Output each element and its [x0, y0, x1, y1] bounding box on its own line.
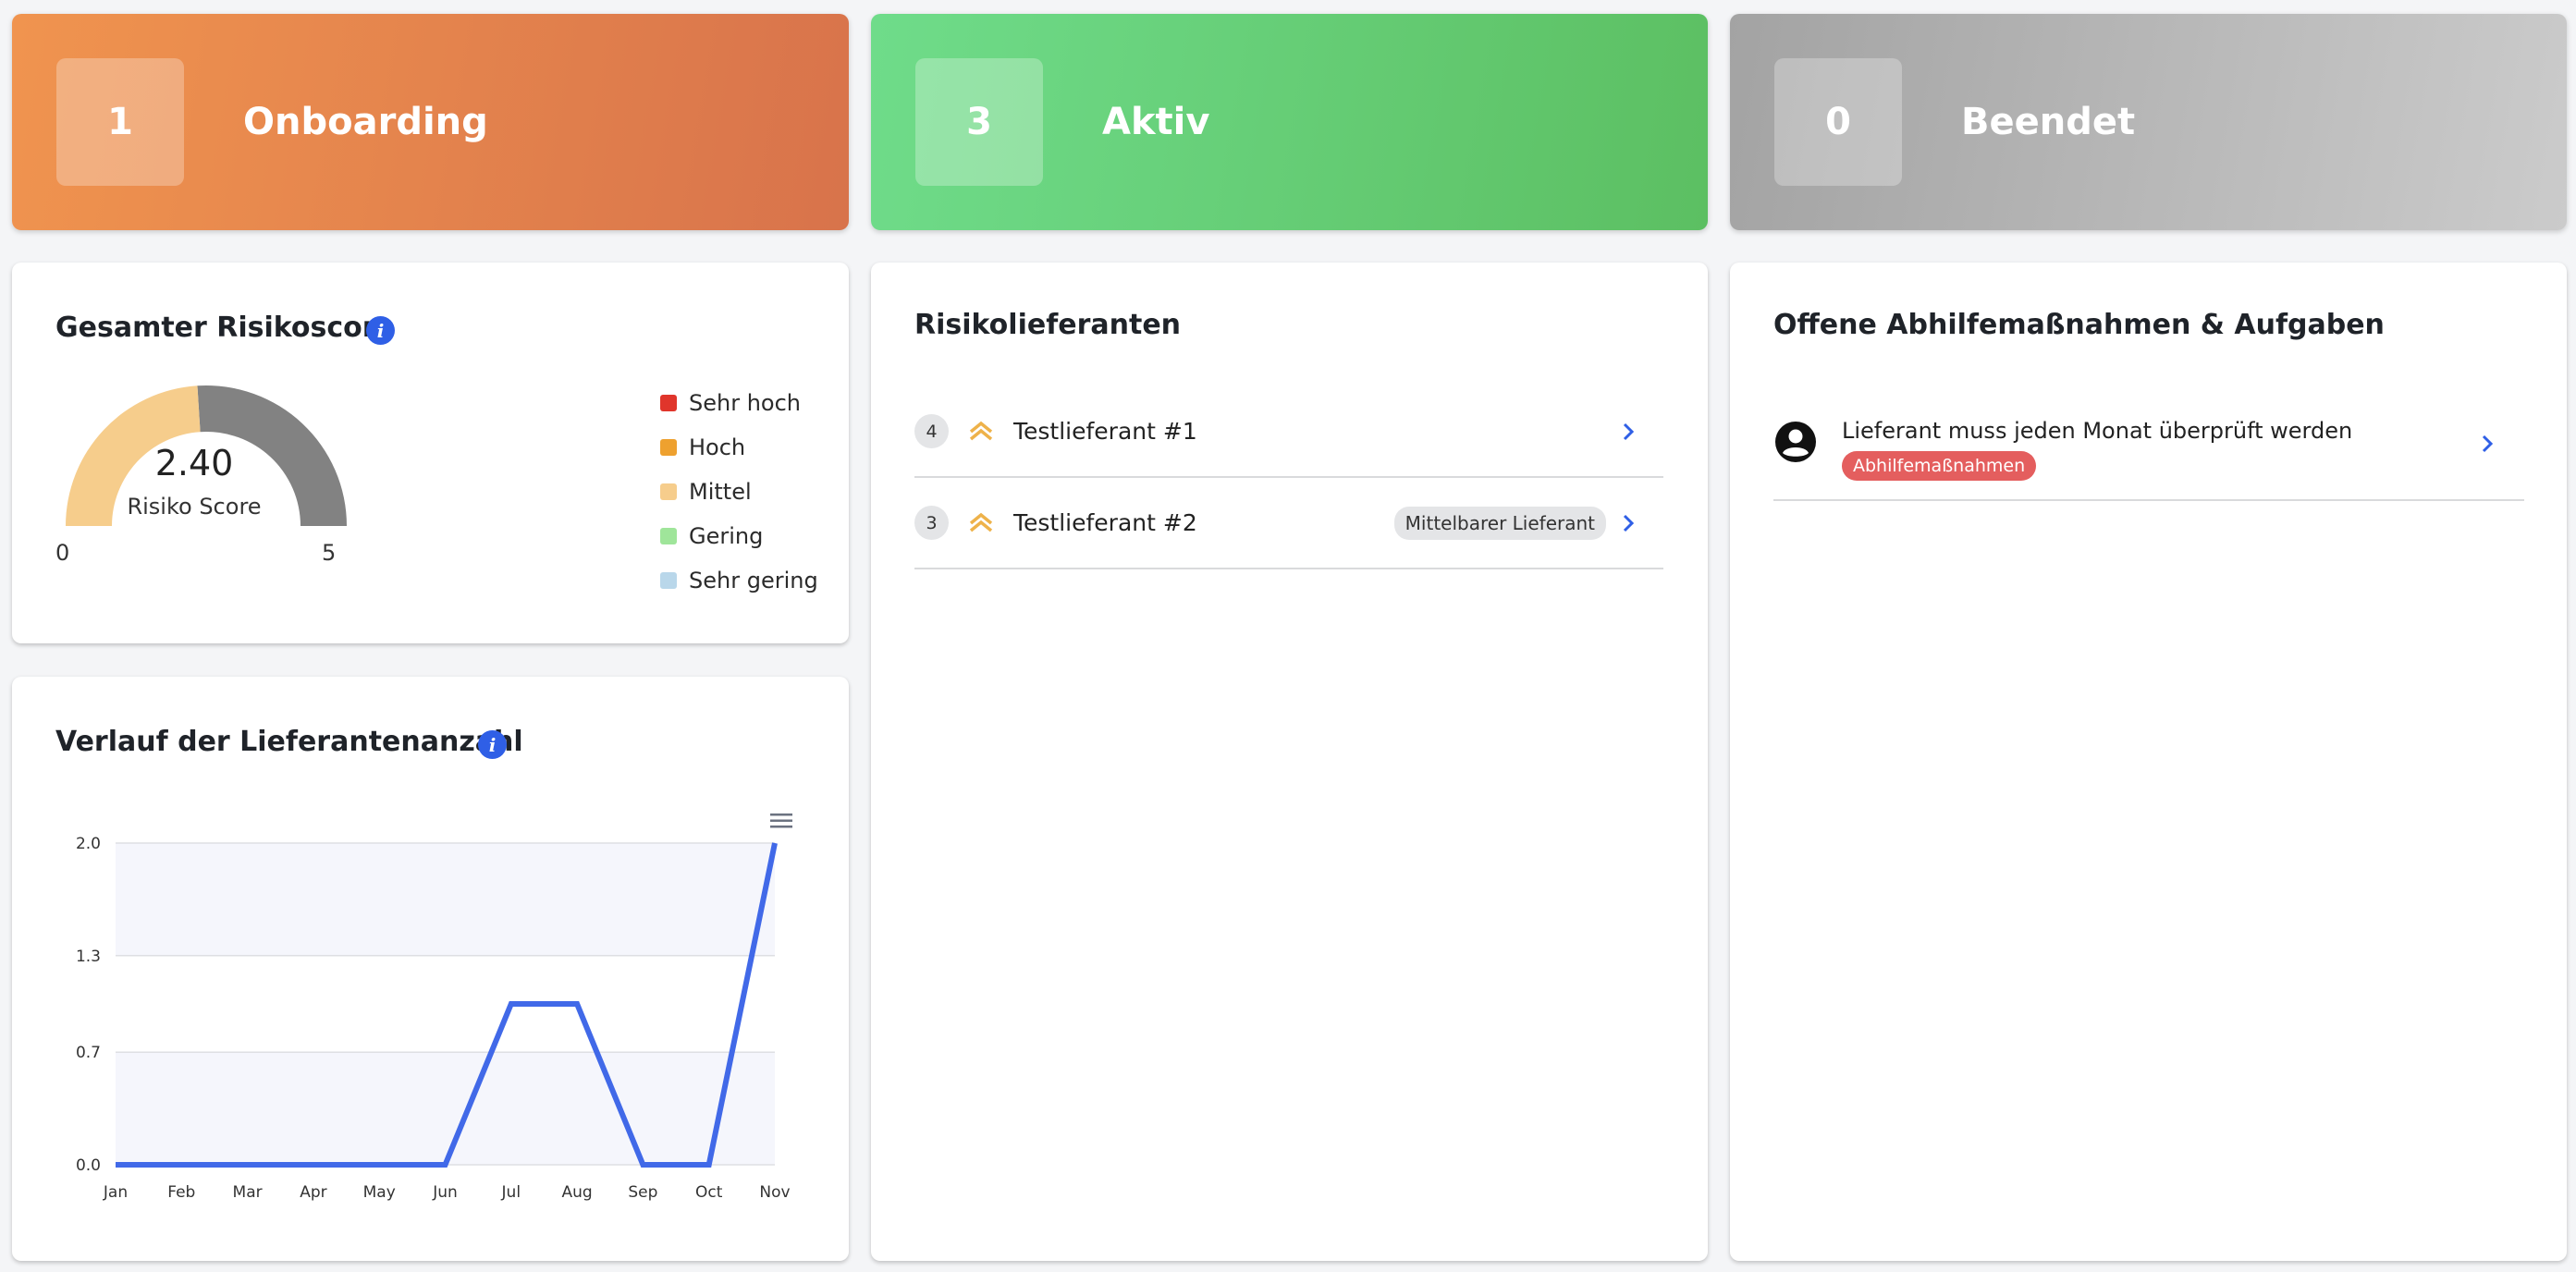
legend-swatch — [660, 572, 677, 589]
legend-label: Gering — [689, 523, 763, 549]
supplier-history-chart: 0.0 0.7 1.3 2.0 Jan Feb Mar Apr May Jun Jul Aug Sep O… — [12, 677, 849, 1261]
user-avatar-icon — [1773, 420, 1818, 464]
info-icon[interactable]: i — [366, 316, 395, 345]
dashboard: 1 Onboarding 3 Aktiv 0 Beendet Gesamter … — [0, 0, 2576, 1272]
y-tick-label: 2.0 — [76, 835, 101, 853]
task-text: Lieferant muss jeden Monat überprüft wer… — [1842, 418, 2352, 444]
x-tick-label: Oct — [695, 1183, 723, 1202]
legend-sehr-gering: Sehr gering — [660, 568, 818, 593]
legend-sehr-hoch: Sehr hoch — [660, 390, 801, 416]
supplier-row-testlieferant-2[interactable]: 3 Testlieferant #2 Mittelbarer Lieferant — [914, 478, 1663, 569]
chart-band — [116, 843, 775, 956]
y-tick-label: 0.7 — [76, 1044, 101, 1062]
x-tick-label: May — [363, 1183, 396, 1202]
legend-swatch — [660, 528, 677, 544]
legend-hoch: Hoch — [660, 434, 745, 460]
risk-score-label: Risiko Score — [55, 494, 333, 520]
aktiv-label: Aktiv — [1102, 101, 1209, 143]
supplier-name: Testlieferant #1 — [1013, 418, 1197, 445]
legend-gering: Gering — [660, 523, 763, 549]
x-tick-label: Apr — [300, 1183, 326, 1202]
beendet-label: Beendet — [1961, 101, 2135, 143]
legend-swatch — [660, 483, 677, 500]
supplier-name: Testlieferant #2 — [1013, 509, 1197, 536]
task-row[interactable]: Lieferant muss jeden Monat überprüft wer… — [1773, 401, 2524, 501]
legend-label: Mittel — [689, 479, 752, 505]
x-tick-label: Aug — [561, 1183, 592, 1202]
gauge-min-label: 0 — [55, 540, 69, 566]
chevron-right-icon[interactable] — [1619, 510, 1638, 536]
chevron-right-icon[interactable] — [1619, 419, 1638, 445]
risk-suppliers-title: Risikolieferanten — [914, 309, 1181, 341]
risk-rank-badge: 3 — [914, 506, 949, 540]
risk-score-value: 2.40 — [55, 443, 333, 483]
open-tasks-card: Offene Abhilfemaßnahmen & Aufgaben Liefe… — [1730, 263, 2567, 1261]
supplier-type-tag: Mittelbarer Lieferant — [1394, 507, 1606, 540]
double-chevron-up-icon — [967, 509, 995, 537]
open-tasks-title: Offene Abhilfemaßnahmen & Aufgaben — [1773, 309, 2385, 341]
x-tick-label: Nov — [759, 1183, 790, 1202]
legend-label: Sehr gering — [689, 568, 818, 593]
status-tile-beendet[interactable]: 0 Beendet — [1730, 14, 2567, 230]
risk-rank-badge: 4 — [914, 414, 949, 448]
chart-band — [116, 1052, 775, 1165]
onboarding-count: 1 — [56, 58, 184, 186]
beendet-count: 0 — [1774, 58, 1902, 186]
supplier-row-testlieferant-1[interactable]: 4 Testlieferant #1 — [914, 386, 1663, 478]
double-chevron-up-icon — [967, 418, 995, 446]
chevron-right-icon[interactable] — [2478, 431, 2496, 457]
risk-suppliers-card: Risikolieferanten 4 Testlieferant #1 3 T… — [871, 263, 1708, 1261]
aktiv-count: 3 — [915, 58, 1043, 186]
onboarding-label: Onboarding — [243, 101, 488, 143]
legend-label: Sehr hoch — [689, 390, 801, 416]
x-tick-label: Sep — [628, 1183, 657, 1202]
status-tile-onboarding[interactable]: 1 Onboarding — [12, 14, 849, 230]
x-tick-label: Jul — [501, 1183, 521, 1202]
legend-mittel: Mittel — [660, 479, 752, 505]
risk-score-title: Gesamter Risikoscore — [55, 312, 395, 344]
y-tick-label: 0.0 — [76, 1156, 101, 1175]
x-tick-label: Jan — [103, 1183, 128, 1202]
gauge-max-label: 5 — [322, 540, 336, 566]
task-type-badge: Abhilfemaßnahmen — [1842, 451, 2036, 481]
x-tick-label: Feb — [167, 1183, 195, 1202]
x-tick-label: Jun — [432, 1183, 458, 1202]
legend-label: Hoch — [689, 434, 745, 460]
legend-swatch — [660, 395, 677, 411]
y-tick-label: 1.3 — [76, 948, 101, 966]
risk-score-card: Gesamter Risikoscore i 2.40 Risiko Score… — [12, 263, 849, 643]
status-tile-aktiv[interactable]: 3 Aktiv — [871, 14, 1708, 230]
legend-swatch — [660, 439, 677, 456]
x-tick-label: Mar — [233, 1183, 263, 1202]
supplier-history-card: Verlauf der Lieferantenanzahl i 0.00.71.… — [12, 677, 849, 1261]
